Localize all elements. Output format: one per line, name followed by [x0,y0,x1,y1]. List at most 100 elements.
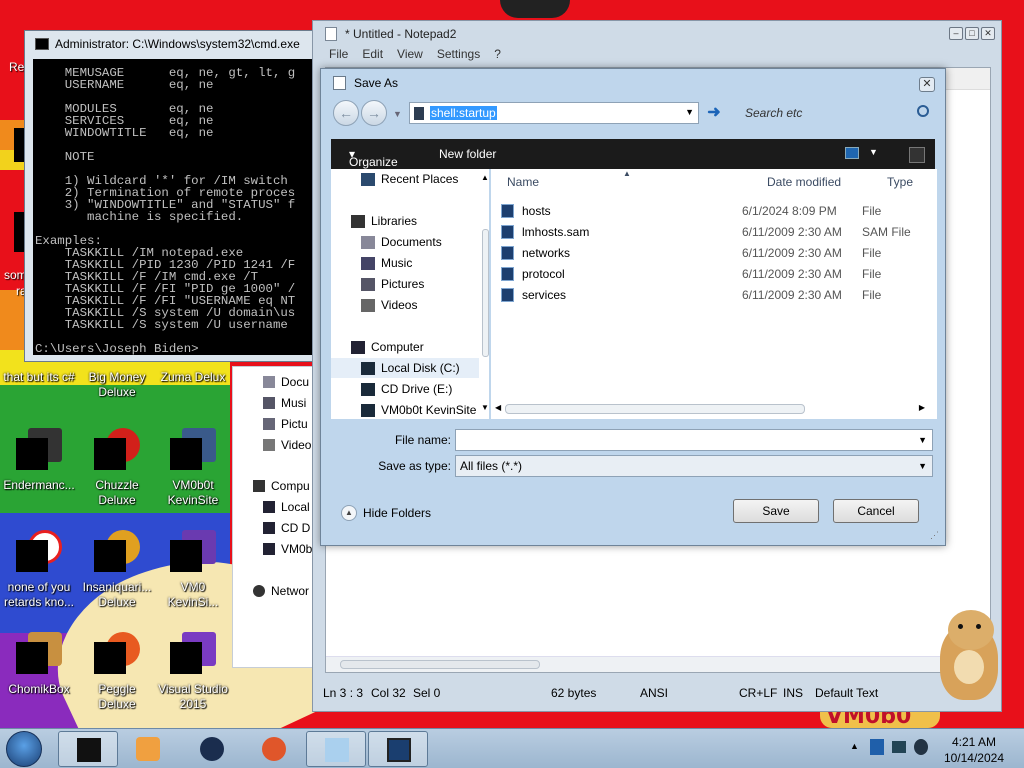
status-eol[interactable]: CR+LF [739,686,777,700]
cmd-title-bar[interactable]: Administrator: C:\Windows\system32\cmd.e… [25,31,317,57]
desktop-icon[interactable]: Chuzzle Deluxe [78,428,156,508]
explorer-item-videos[interactable]: Video [263,438,311,452]
status-encoding[interactable]: ANSI [640,686,668,700]
save-button[interactable]: Save [733,499,819,523]
explorer-item-pictures[interactable]: Pictu [263,417,308,431]
explorer-item-documents[interactable]: Docu [263,375,309,389]
file-name-dropdown[interactable]: ▼ [918,435,927,445]
desktop-icon-partial[interactable] [14,212,24,252]
explorer-item-network[interactable]: Networ [253,584,309,598]
desktop-icon[interactable]: Visual Studio 2015 [154,632,232,712]
column-header-date[interactable]: Date modified [767,175,841,189]
nav-item-documents[interactable]: Documents [361,232,442,252]
tray-app-icon[interactable] [870,739,884,755]
scrollbar-thumb[interactable] [505,404,805,414]
explorer-item-cd-drive[interactable]: CD D [263,521,310,535]
nav-item-pictures[interactable]: Pictures [361,274,424,294]
nav-item-computer[interactable]: Computer [351,337,424,357]
recent-pages-dropdown[interactable]: ▼ [393,109,402,119]
maximize-button[interactable]: □ [965,27,979,40]
file-row[interactable]: hosts 6/1/2024 8:09 PM File [501,201,881,221]
view-dropdown[interactable]: ▼ [869,147,878,157]
explorer-window-fragment[interactable]: Docu Musi Pictu Video Compu Local CD D V… [232,366,322,668]
taskbar-item-notepad2[interactable] [306,731,366,767]
nav-item-videos[interactable]: Videos [361,295,417,315]
taskbar-item-firefox[interactable] [244,731,304,767]
taskbar-item-globe[interactable] [182,731,242,767]
nav-item-recent-places[interactable]: Recent Places [361,169,458,189]
scroll-up-arrow[interactable]: ▲ [481,173,489,182]
desktop-icon[interactable]: Endermanc... [0,428,78,493]
save-as-dialog[interactable]: Save As ✕ ← → ▼ shell:startup ▼ ➜ Search… [320,68,946,546]
scroll-left-arrow[interactable]: ◀ [495,403,501,412]
nav-item-music[interactable]: Music [361,253,412,273]
preview-pane-icon[interactable] [909,147,925,163]
show-hidden-icons-button[interactable]: ▲ [850,741,859,751]
taskbar-item-cmd[interactable] [58,731,118,767]
desktop-icon[interactable]: Insaniquari... Deluxe [78,530,156,610]
scrollbar-thumb[interactable] [340,660,540,669]
file-row[interactable]: services 6/11/2009 2:30 AM File [501,285,881,305]
address-bar[interactable]: shell:startup ▼ [409,102,699,124]
desktop-icon-partial[interactable] [14,128,24,162]
menu-file[interactable]: File [329,47,348,65]
go-button[interactable]: ➜ [703,102,725,124]
volume-icon[interactable] [914,739,928,755]
close-button[interactable]: ✕ [981,27,995,40]
network-icon[interactable] [892,741,906,753]
scrollbar-thumb[interactable] [482,229,489,357]
search-icon[interactable] [917,105,929,117]
nav-item-cd-drive-e[interactable]: CD Drive (E:) [361,379,452,399]
file-row[interactable]: networks 6/11/2009 2:30 AM File [501,243,881,263]
desktop-icon[interactable]: Peggle Deluxe [78,632,156,712]
taskbar-item-explorer[interactable] [368,731,428,767]
scroll-down-arrow[interactable]: ▼ [481,403,489,412]
notepad2-title-bar[interactable]: * Untitled - Notepad2 [313,21,1001,47]
new-folder-button[interactable]: New folder [439,147,496,161]
menu-help[interactable]: ? [494,47,501,65]
hide-folders-button[interactable]: ▲ Hide Folders [341,505,431,521]
status-scheme[interactable]: Default Text [815,686,878,700]
explorer-item-computer[interactable]: Compu [253,479,310,493]
back-button[interactable]: ← [333,100,359,126]
dialog-title-bar[interactable]: Save As [321,69,945,97]
cancel-button[interactable]: Cancel [833,499,919,523]
file-row[interactable]: lmhosts.sam 6/11/2009 2:30 AM SAM File [501,222,911,242]
file-name-input[interactable]: ▼ [455,429,933,451]
horizontal-scrollbar[interactable]: ◀ ▶ [495,403,925,415]
desktop-icon[interactable]: VM0 KevinSi... [154,530,232,610]
file-list[interactable]: Name ▲ Date modified Type ◀ ▶ hosts 6/1/2… [491,169,937,419]
desktop-icon[interactable]: that but its c# [0,370,78,385]
clock[interactable]: 4:21 AM 10/14/2024 [944,734,1004,766]
column-header-name[interactable]: Name [507,175,539,189]
nav-item-vm0b0t-kevinsite[interactable]: VM0b0t KevinSite [361,400,476,420]
desktop-icon[interactable]: ChomikBox [0,632,78,697]
resize-grip[interactable]: ⋰ [930,530,939,541]
organize-button[interactable]: Organize ▾ [349,147,398,169]
explorer-item-music[interactable]: Musi [263,396,306,410]
menu-view[interactable]: View [397,47,423,65]
view-icon[interactable] [845,147,859,159]
explorer-item-network-drive[interactable]: VM0b [263,542,312,556]
vertical-scrollbar[interactable]: ▲ ▼ [481,173,489,412]
desktop-icon[interactable]: Zuma Delux [154,370,232,385]
menu-edit[interactable]: Edit [362,47,383,65]
forward-button[interactable]: → [361,100,387,126]
address-dropdown[interactable]: ▼ [685,107,694,117]
address-text[interactable]: shell:startup [430,106,497,120]
start-button[interactable] [6,731,42,767]
nav-item-local-disk-c[interactable]: Local Disk (C:) [331,358,479,378]
close-button[interactable]: ✕ [919,77,935,92]
cmd-window[interactable]: Administrator: C:\Windows\system32\cmd.e… [24,30,318,362]
menu-settings[interactable]: Settings [437,47,480,65]
search-box[interactable]: Search etc [737,102,935,124]
nav-item-libraries[interactable]: Libraries [351,211,417,231]
scroll-right-arrow[interactable]: ▶ [919,403,925,412]
cmd-console[interactable]: MEMUSAGE eq, ne, gt, lt, g USERNAME eq, … [33,59,317,355]
minimize-button[interactable]: – [949,27,963,40]
desktop-icon[interactable]: Big Money Deluxe [78,370,156,400]
chevron-down-icon[interactable]: ▼ [918,461,927,471]
horizontal-scrollbar[interactable] [326,656,990,672]
file-row[interactable]: protocol 6/11/2009 2:30 AM File [501,264,881,284]
desktop-icon[interactable]: none of you retards kno... [0,530,78,610]
